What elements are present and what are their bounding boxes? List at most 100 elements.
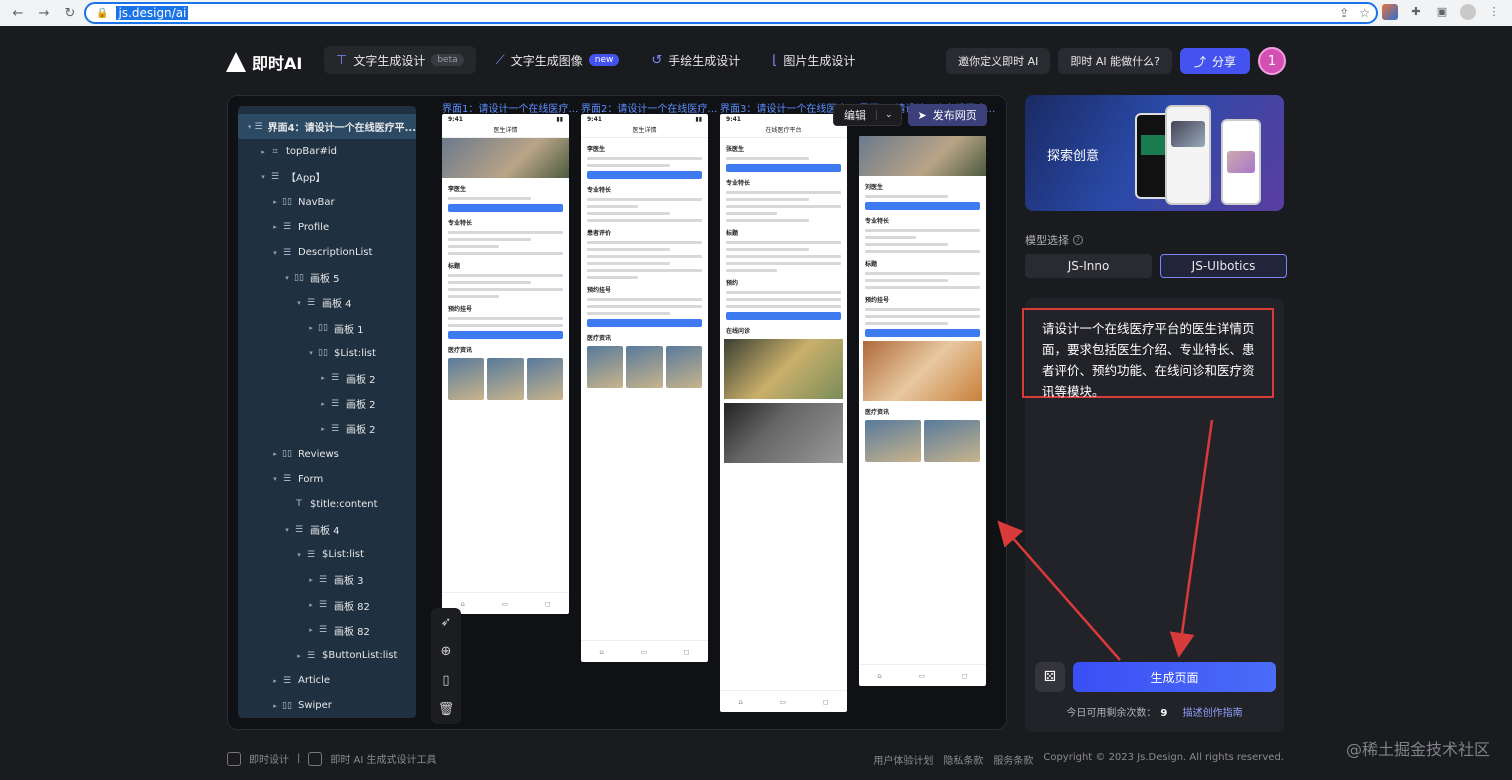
- explore-banner[interactable]: 探索创意: [1025, 95, 1284, 211]
- profile-icon[interactable]: ◻: [823, 698, 829, 706]
- expand-arrow-icon[interactable]: ▸: [294, 652, 304, 660]
- pointer-icon[interactable]: ➶: [441, 615, 452, 630]
- user-avatar[interactable]: 1: [1258, 47, 1286, 75]
- follow-button[interactable]: [587, 171, 702, 179]
- layer-row[interactable]: ▸ ☰ Article: [238, 668, 416, 693]
- guide-link[interactable]: 描述创作指南: [1183, 708, 1243, 719]
- puzzle-icon[interactable]: ✚: [1408, 4, 1424, 20]
- profile-icon[interactable]: ◻: [545, 600, 551, 608]
- layer-row[interactable]: ▸ ▯▯ Swiper: [238, 693, 416, 718]
- layer-row[interactable]: ▸ ☰ Profile: [238, 215, 416, 240]
- layer-row[interactable]: ▸ ☰ 画板 2: [238, 366, 416, 391]
- expand-arrow-icon[interactable]: ▾: [282, 274, 292, 282]
- expand-arrow-icon[interactable]: ▸: [270, 677, 280, 685]
- chat-icon[interactable]: ▭: [919, 672, 926, 680]
- design-canvas[interactable]: ▾ ☰ 界面4：请设计一个在线医疗平... ▸ ⌗ topBar#id ▾ ☰ 【App】 ▸ ▯▯…: [227, 95, 1007, 730]
- layer-row[interactable]: ▸ ▯▯ NavBar: [238, 190, 416, 215]
- layer-row[interactable]: ▸ ☰ 画板 82: [238, 618, 416, 643]
- follow-button[interactable]: [865, 202, 980, 210]
- help-icon[interactable]: ?: [1073, 235, 1083, 245]
- expand-arrow-icon[interactable]: ▾: [306, 349, 316, 357]
- expand-arrow-icon[interactable]: ▸: [270, 223, 280, 231]
- expand-arrow-icon[interactable]: ▸: [306, 626, 316, 634]
- phone-frame-3[interactable]: 9:41▮▮ 在线医疗平台 张医生 专业特长 标题 预约 在线问诊 ⌂ ▭ ◻: [720, 114, 847, 712]
- home-icon[interactable]: ⌂: [460, 600, 464, 608]
- follow-button[interactable]: [448, 204, 563, 212]
- expand-arrow-icon[interactable]: ▾: [270, 249, 280, 257]
- home-icon[interactable]: ⌂: [738, 698, 742, 706]
- tab-sketch-to-design[interactable]: ↺ 手绘生成设计: [639, 46, 752, 74]
- expand-arrow-icon[interactable]: ▸: [318, 374, 328, 382]
- submit-button[interactable]: [587, 319, 702, 327]
- random-dice-icon[interactable]: ⚄: [1035, 662, 1065, 692]
- follow-button[interactable]: [726, 164, 841, 172]
- tab-text-to-image[interactable]: ⟋ 文字生成图像 new: [484, 46, 632, 74]
- expand-arrow-icon[interactable]: ▾: [282, 526, 292, 534]
- frame-label-1[interactable]: 界面1：请设计一个在线医疗…: [442, 100, 581, 115]
- forward-icon[interactable]: →: [36, 6, 52, 21]
- expand-arrow-icon[interactable]: ▸: [258, 148, 268, 156]
- menu-kebab-icon[interactable]: ⋮: [1486, 4, 1502, 20]
- device-icon[interactable]: ▯: [442, 673, 449, 688]
- trash-icon[interactable]: 🗑: [438, 702, 455, 717]
- address-bar[interactable]: 🔒 js.design/ai ⇪ ☆: [84, 2, 1378, 24]
- layer-row[interactable]: T $title:content: [238, 492, 416, 517]
- layer-row[interactable]: ▸ ⌗ topBar#id: [238, 139, 416, 164]
- phone-frame-2[interactable]: 9:41 ▮▮ 医生详情 李医生 专业特长 患者评价 预约挂号 医疗资讯 ⌂ ▭ ◻: [581, 114, 708, 662]
- back-icon[interactable]: ←: [10, 6, 26, 21]
- layer-row[interactable]: ▸ ☰ 画板 3: [238, 567, 416, 592]
- expand-arrow-icon[interactable]: ▸: [318, 425, 328, 433]
- url-text[interactable]: js.design/ai: [116, 6, 189, 20]
- invite-button[interactable]: 邀你定义即时 AI: [946, 48, 1051, 74]
- layer-row[interactable]: ▸ ☰ 画板 82: [238, 593, 416, 618]
- layer-row[interactable]: ▾ ☰ 界面4：请设计一个在线医疗平...: [238, 114, 416, 140]
- expand-arrow-icon[interactable]: ▾: [294, 299, 304, 307]
- share-button[interactable]: ⤴ 分享: [1179, 48, 1250, 74]
- layer-row[interactable]: ▾ ☰ DescriptionList: [238, 240, 416, 265]
- frame-label-2[interactable]: 界面2：请设计一个在线医疗…: [581, 100, 720, 115]
- publish-button[interactable]: ➤ 发布网页: [907, 104, 987, 126]
- model-option-inno[interactable]: JS-Inno: [1025, 254, 1152, 278]
- layer-row[interactable]: ▸ ☰ 画板 2: [238, 416, 416, 441]
- submit-button[interactable]: [726, 312, 841, 320]
- tab-text-to-design[interactable]: ⊤ 文字生成设计 beta: [324, 46, 476, 74]
- footer-privacy-link[interactable]: 隐私条款: [943, 752, 983, 767]
- tab-image-to-design[interactable]: ⌊ 图片生成设计: [760, 46, 867, 74]
- layer-row[interactable]: ▾ ☰ 画板 4: [238, 517, 416, 542]
- layer-row[interactable]: ▾ ☰ Form: [238, 467, 416, 492]
- profile-icon[interactable]: ◻: [684, 648, 690, 656]
- layer-row[interactable]: ▸ ▯▯ Reviews: [238, 441, 416, 466]
- bookmark-star-icon[interactable]: ☆: [1359, 6, 1370, 20]
- submit-button[interactable]: [448, 331, 563, 339]
- footer-jsdesign-link[interactable]: 即时设计: [249, 751, 289, 766]
- chat-icon[interactable]: ▭: [641, 648, 648, 656]
- profile-avatar-icon[interactable]: [1460, 4, 1476, 20]
- prompt-textarea[interactable]: 请设计一个在线医疗平台的医生详情页面，要求包括医生介绍、专业特长、患者评价、预约…: [1022, 308, 1274, 399]
- layer-row[interactable]: ▸ ☰ 画板 2: [238, 391, 416, 416]
- generate-button[interactable]: 生成页面: [1073, 662, 1276, 692]
- layer-row[interactable]: ▾ ☰ $List:list: [238, 542, 416, 567]
- layer-row[interactable]: ▾ ☰ 画板 4: [238, 290, 416, 315]
- expand-arrow-icon[interactable]: ▾: [258, 173, 268, 181]
- chat-icon[interactable]: ▭: [780, 698, 787, 706]
- what-can-ai-do-button[interactable]: 即时 AI 能做什么?: [1058, 48, 1172, 74]
- extension-icon[interactable]: [1382, 4, 1398, 20]
- expand-arrow-icon[interactable]: ▾: [270, 475, 280, 483]
- edit-button[interactable]: 编辑 ⌄: [833, 104, 902, 126]
- layer-row[interactable]: ▾ ▯▯ 画板 5: [238, 265, 416, 290]
- expand-arrow-icon[interactable]: ▾: [246, 123, 253, 131]
- footer-terms-link[interactable]: 服务条款: [993, 752, 1033, 767]
- phone-frame-4[interactable]: 刘医生 专业特长 标题 预约挂号 医疗资讯 ⌂ ▭ ◻: [859, 136, 986, 686]
- sidepanel-icon[interactable]: ▣: [1434, 4, 1450, 20]
- reload-icon[interactable]: ↻: [62, 6, 78, 21]
- expand-arrow-icon[interactable]: ▸: [270, 450, 280, 458]
- expand-arrow-icon[interactable]: ▸: [270, 198, 280, 206]
- model-option-uibotics[interactable]: JS-UIbotics: [1160, 254, 1287, 278]
- expand-arrow-icon[interactable]: ▸: [306, 601, 316, 609]
- home-icon[interactable]: ⌂: [877, 672, 881, 680]
- phone-frame-1[interactable]: 9:41 ▮▮ 医生详情 李医生 专业特长 标题 预约挂号 医疗资讯 ⌂ ▭ ◻: [442, 114, 569, 614]
- home-icon[interactable]: ⌂: [599, 648, 603, 656]
- expand-arrow-icon[interactable]: ▸: [318, 400, 328, 408]
- app-logo[interactable]: 即时AI: [226, 50, 302, 74]
- layer-row[interactable]: ▸ ▯▯ 画板 1: [238, 316, 416, 341]
